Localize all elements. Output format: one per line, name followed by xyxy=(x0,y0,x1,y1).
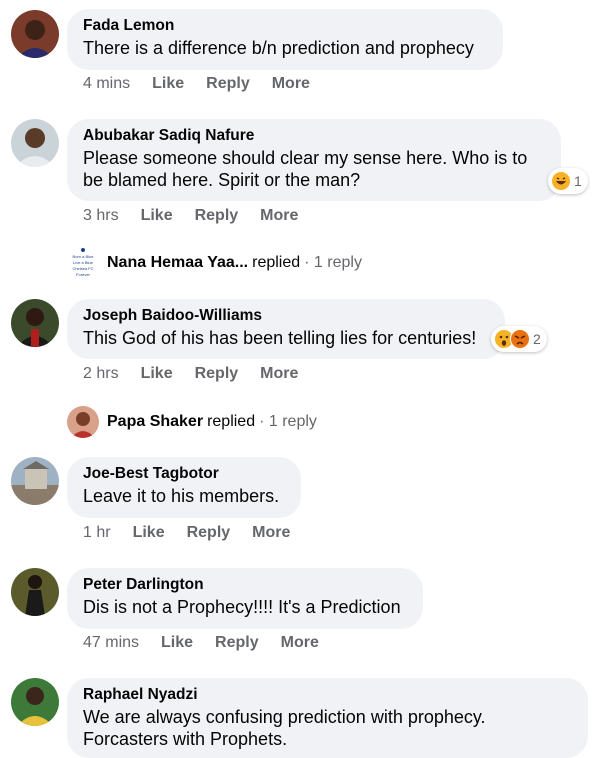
replied-label: replied xyxy=(252,254,301,271)
more-button[interactable]: More xyxy=(252,524,290,542)
comment-actions: 2 hrs Like Reply More xyxy=(83,365,320,383)
comment-text-line: Forcasters with Prophets. xyxy=(83,729,288,749)
more-button[interactable]: More xyxy=(281,634,319,652)
reply-avatar xyxy=(67,406,99,438)
comment-text-line: Please someone should clear my sense her… xyxy=(83,148,528,168)
laugh-emoji-icon xyxy=(551,171,571,191)
comment-text-line: be blamed here. Spirit or the man? xyxy=(83,170,361,190)
avatar[interactable] xyxy=(11,678,59,726)
comment-actions: 3 hrs Like Reply More xyxy=(83,207,320,225)
like-button[interactable]: Like xyxy=(141,365,173,383)
reply-author[interactable]: Nana Hemaa Yaa... xyxy=(107,254,248,272)
comment-author[interactable]: Peter Darlington xyxy=(83,575,407,594)
comment-actions: 47 mins Like Reply More xyxy=(83,634,341,652)
comment-actions: 4 mins Like Reply More xyxy=(83,75,332,93)
comment-bubble: Joseph Baidoo-Williams This God of his h… xyxy=(67,299,505,359)
comment-author[interactable]: Abubakar Sadiq Nafure xyxy=(83,126,545,145)
comment-bubble: Abubakar Sadiq Nafure Please someone sho… xyxy=(67,119,561,201)
reaction-summary[interactable]: 2 xyxy=(491,326,547,352)
comment-author[interactable]: Fada Lemon xyxy=(83,16,487,35)
comment-time[interactable]: 4 mins xyxy=(83,75,130,93)
comment-author[interactable]: Joe-Best Tagbotor xyxy=(83,464,285,483)
avatar-caption: Born a Blue xyxy=(73,254,95,259)
comment-text: There is a difference b/n prediction and… xyxy=(83,38,474,58)
comment-time[interactable]: 3 hrs xyxy=(83,207,119,225)
comment-author[interactable]: Joseph Baidoo-Williams xyxy=(83,306,489,325)
avatar[interactable] xyxy=(11,457,59,505)
avatar-caption: Live a Blue xyxy=(73,260,94,265)
avatar-caption: Forever xyxy=(76,272,90,277)
avatar[interactable] xyxy=(11,299,59,347)
comment-text-line: We are always confusing prediction with … xyxy=(83,707,486,727)
like-button[interactable]: Like xyxy=(161,634,193,652)
comment-time[interactable]: 47 mins xyxy=(83,634,139,652)
view-replies-link[interactable]: Born a Blue Live a Blue Chelsea FC Forev… xyxy=(67,247,362,279)
comment-bubble: Fada Lemon There is a difference b/n pre… xyxy=(67,9,503,70)
replied-label: replied xyxy=(207,413,256,430)
like-button[interactable]: Like xyxy=(133,524,165,542)
reply-button[interactable]: Reply xyxy=(195,365,239,383)
reply-button[interactable]: Reply xyxy=(206,75,250,93)
reply-button[interactable]: Reply xyxy=(195,207,239,225)
more-button[interactable]: More xyxy=(260,365,298,383)
comment-bubble: Joe-Best Tagbotor Leave it to his member… xyxy=(67,457,301,518)
reply-author[interactable]: Papa Shaker xyxy=(107,413,203,431)
avatar-caption: Chelsea FC xyxy=(72,266,93,271)
angry-emoji-icon xyxy=(510,329,530,349)
reaction-summary[interactable]: 1 xyxy=(548,168,588,194)
reaction-count: 2 xyxy=(533,331,541,347)
comment-author[interactable]: Raphael Nyadzi xyxy=(83,685,572,704)
comment-text: This God of his has been telling lies fo… xyxy=(83,328,477,348)
like-button[interactable]: Like xyxy=(152,75,184,93)
reply-button[interactable]: Reply xyxy=(187,524,231,542)
reply-count[interactable]: · 1 reply xyxy=(304,254,362,272)
like-button[interactable]: Like xyxy=(141,207,173,225)
view-replies-link[interactable]: Papa Shaker replied · 1 reply xyxy=(67,406,317,438)
avatar[interactable] xyxy=(11,10,59,58)
avatar[interactable] xyxy=(11,568,59,616)
comment-bubble: Peter Darlington Dis is not a Prophecy!!… xyxy=(67,568,423,629)
comment-time[interactable]: 2 hrs xyxy=(83,365,119,383)
comment-text: Leave it to his members. xyxy=(83,486,280,506)
more-button[interactable]: More xyxy=(272,75,310,93)
avatar[interactable] xyxy=(11,119,59,167)
more-button[interactable]: More xyxy=(260,207,298,225)
comment-bubble: Raphael Nyadzi We are always confusing p… xyxy=(67,678,588,758)
reaction-count: 1 xyxy=(574,173,582,189)
comment-text: Dis is not a Prophecy!!!! It's a Predict… xyxy=(83,597,401,617)
comment-time[interactable]: 1 hr xyxy=(83,524,111,542)
reply-avatar: Born a Blue Live a Blue Chelsea FC Forev… xyxy=(67,247,99,279)
comment-actions: 1 hr Like Reply More xyxy=(83,524,312,542)
reply-button[interactable]: Reply xyxy=(215,634,259,652)
reply-count[interactable]: · 1 reply xyxy=(259,413,317,431)
